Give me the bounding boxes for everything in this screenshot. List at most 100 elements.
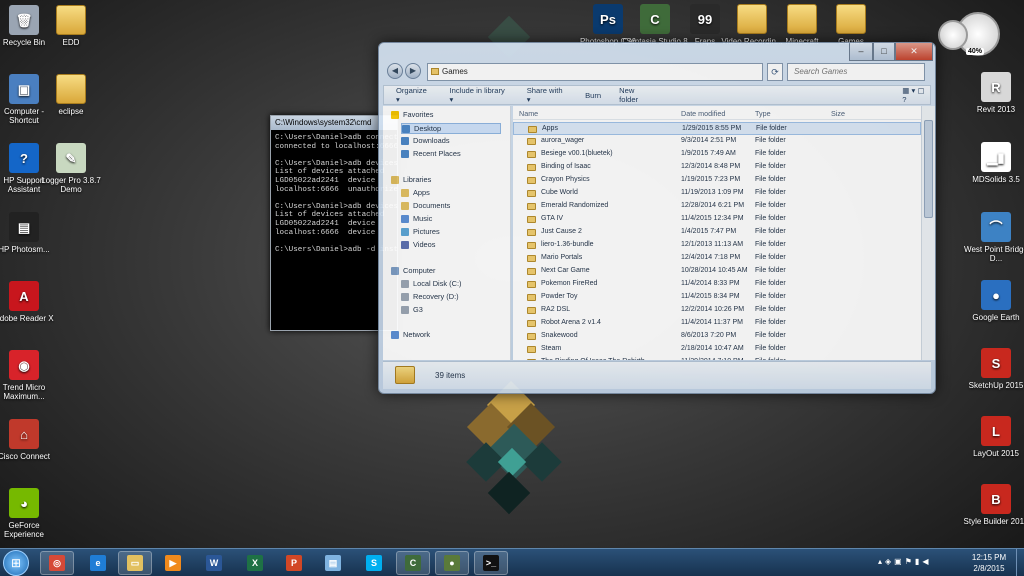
scroll-thumb[interactable] xyxy=(924,120,933,218)
ie-taskbar-button[interactable]: e xyxy=(81,551,115,575)
volume-icon[interactable]: ◀ xyxy=(922,557,931,566)
file-row[interactable]: Next Car Game 10/28/2014 10:45 AM File fol… xyxy=(513,265,921,278)
explorer-taskbar-button[interactable]: ▭ xyxy=(118,551,152,575)
clock[interactable]: 12:15 PM 2/8/2015 xyxy=(966,552,1012,574)
sketchup-shortcut[interactable]: S SketchUp 2015 xyxy=(963,348,1024,390)
excel-taskbar-button[interactable]: X xyxy=(238,551,272,575)
toolbar-button-3[interactable]: Burn xyxy=(585,91,601,100)
show-hidden-icons-icon[interactable]: ▴ xyxy=(878,557,885,566)
maximize-button[interactable]: □ xyxy=(873,43,895,61)
west-point-bridge-shortcut[interactable]: ⌒ West Point Bridge D... xyxy=(963,212,1024,263)
nav-g3-icon xyxy=(401,305,409,314)
nav-g3[interactable]: G3 xyxy=(401,305,423,314)
nav-desktop-icon xyxy=(402,124,410,133)
logger-pro-shortcut[interactable]: ✎ Logger Pro 3.8.7 Demo xyxy=(38,143,104,194)
file-row[interactable]: The Binding Of Isaac The Rebirth 11/29/20… xyxy=(513,356,921,360)
trend-micro-shortcut[interactable]: ◉ Trend Micro Maximum... xyxy=(0,350,57,401)
minimize-button[interactable]: – xyxy=(849,43,873,61)
nav-videos[interactable]: Videos xyxy=(401,240,435,249)
nav-local-disk[interactable]: Local Disk (C:) xyxy=(401,279,461,288)
file-row[interactable]: Besiege v00.1(bluetek) 1/9/2015 7:49 AM Fi… xyxy=(513,148,921,161)
tray-app-icon[interactable]: ◈ xyxy=(885,557,894,566)
refresh-button[interactable]: ⟳ xyxy=(767,63,783,81)
cpu-meter-gadget[interactable]: 40% xyxy=(938,8,1002,64)
nav-desktop[interactable]: Desktop xyxy=(401,123,501,134)
style-builder-shortcut[interactable]: B Style Builder 2015 xyxy=(963,484,1024,526)
vertical-scrollbar[interactable] xyxy=(921,106,935,360)
toolbar-button-2[interactable]: Share with ▾ xyxy=(527,86,567,104)
file-row[interactable]: Emerald Randomized 12/28/2014 6:21 PM File… xyxy=(513,200,921,213)
close-button[interactable]: ✕ xyxy=(895,43,933,61)
view-options-icon[interactable]: ▦ ▾ ▢ ? xyxy=(902,86,930,104)
nav-recent-places[interactable]: Recent Places xyxy=(401,149,461,158)
nav-recovery[interactable]: Recovery (D:) xyxy=(401,292,459,301)
hp-photosmart-shortcut[interactable]: ▤ HP Photosm... xyxy=(0,212,57,254)
file-row[interactable]: liero-1.36-bundle 12/1/2013 11:13 AM File … xyxy=(513,239,921,252)
toolbar-button-1[interactable]: Include in library ▾ xyxy=(450,86,509,104)
nav-documents[interactable]: Documents xyxy=(401,201,450,210)
file-row[interactable]: Mario Portals 12/4/2014 7:18 PM File folde… xyxy=(513,252,921,265)
adobe-reader-shortcut[interactable]: A Adobe Reader X xyxy=(0,281,57,323)
file-row[interactable]: Steam 2/18/2014 10:47 AM File folder xyxy=(513,343,921,356)
layout-shortcut[interactable]: L LayOut 2015 xyxy=(963,416,1024,458)
file-row[interactable]: Powder Toy 11/4/2015 8:34 PM File folder xyxy=(513,291,921,304)
column-size[interactable]: Size xyxy=(831,109,845,118)
folder-icon xyxy=(527,242,536,249)
edd-folder-shortcut[interactable]: EDD xyxy=(38,5,104,47)
flag-icon[interactable]: ⚑ xyxy=(905,557,915,566)
file-list[interactable]: Name Date modified Type Size Apps 1/29/20… xyxy=(513,106,921,360)
toolbar-button-4[interactable]: New folder xyxy=(619,86,654,104)
nav-network[interactable]: Network xyxy=(391,330,430,339)
file-row[interactable]: aurora_wager 9/3/2014 2:51 PM File folder xyxy=(513,135,921,148)
column-date[interactable]: Date modified xyxy=(681,109,725,118)
file-row[interactable]: Pokemon FireRed 11/4/2014 8:33 PM File fol… xyxy=(513,278,921,291)
back-button[interactable]: ◀ xyxy=(387,63,403,79)
nav-favorites[interactable]: Favorites xyxy=(391,110,433,119)
powerpoint-taskbar-button[interactable]: P xyxy=(277,551,311,575)
geforce-experience-shortcut[interactable]: ◕ GeForce Experience xyxy=(0,488,57,539)
file-row[interactable]: Just Cause 2 1/4/2015 7:47 PM File folder xyxy=(513,226,921,239)
camtasia-taskbar-button[interactable]: C xyxy=(396,551,430,575)
camtasia-recorder-taskbar-button[interactable]: ● xyxy=(435,551,469,575)
show-desktop-button[interactable] xyxy=(1016,549,1024,576)
word-taskbar-button[interactable]: W xyxy=(197,551,231,575)
windows-logo-icon: ⊞ xyxy=(10,556,22,570)
address-bar[interactable]: Games xyxy=(427,63,763,81)
file-row[interactable]: RA2 DSL 12/2/2014 10:26 PM File folder xyxy=(513,304,921,317)
google-earth-shortcut[interactable]: ● Google Earth xyxy=(963,280,1024,322)
nav-libraries[interactable]: Libraries xyxy=(391,175,431,184)
nav-downloads[interactable]: Downloads xyxy=(401,136,450,145)
nav-music[interactable]: Music xyxy=(401,214,432,223)
column-name[interactable]: Name xyxy=(519,109,538,118)
desktop-icon-label: GeForce Experience xyxy=(3,521,45,539)
tray-app-icon-2[interactable]: ▣ xyxy=(894,557,905,566)
media-player-taskbar-button[interactable]: ▶ xyxy=(156,551,190,575)
file-row[interactable]: Crayon Physics 1/19/2015 7:23 PM File fold… xyxy=(513,174,921,187)
skype-taskbar-button[interactable]: S xyxy=(357,551,391,575)
file-row[interactable]: Snakewood 8/6/2013 7:20 PM File folder xyxy=(513,330,921,343)
cisco-connect-shortcut[interactable]: ⌂ Cisco Connect xyxy=(0,419,57,461)
file-row[interactable]: Binding of Isaac 12/3/2014 8:48 PM File fo… xyxy=(513,161,921,174)
search-input[interactable]: Search Games xyxy=(787,63,925,81)
revit-shortcut[interactable]: R Revit 2013 xyxy=(963,72,1024,114)
file-row[interactable]: Apps 1/29/2015 8:55 PM File folder xyxy=(513,122,921,135)
nav-pictures[interactable]: Pictures xyxy=(401,227,440,236)
start-button[interactable]: ⊞ xyxy=(3,550,29,576)
navigation-pane[interactable]: Favorites Desktop Downloads Recent Places Li… xyxy=(383,106,511,360)
notepad-taskbar-button[interactable]: ▤ xyxy=(316,551,350,575)
cmd-taskbar-button[interactable]: >_ xyxy=(474,551,508,575)
toolbar-button-0[interactable]: Organize ▾ xyxy=(396,86,432,104)
chrome-taskbar-button[interactable]: ◎ xyxy=(40,551,74,575)
file-row[interactable]: Robot Arena 2 v1.4 11/4/2014 11:37 PM File… xyxy=(513,317,921,330)
mdsolids-shortcut[interactable]: ▁▮ MDSolids 3.5 xyxy=(963,142,1024,184)
eclipse-folder-shortcut[interactable]: eclipse xyxy=(38,74,104,116)
desktop-icon-label: MDSolids 3.5 xyxy=(972,175,1020,184)
forward-button[interactable]: ▶ xyxy=(405,63,421,79)
file-row[interactable]: Cube World 11/19/2013 1:09 PM File folder xyxy=(513,187,921,200)
games-folder-shortcut[interactable]: Games xyxy=(818,4,884,46)
nav-computer[interactable]: Computer xyxy=(391,266,435,275)
column-type[interactable]: Type xyxy=(755,109,771,118)
explorer-window[interactable]: – □ ✕ ◀ ▶ Games ⟳ Search Games Organize … xyxy=(378,42,936,394)
nav-apps[interactable]: Apps xyxy=(401,188,430,197)
file-row[interactable]: GTA IV 11/4/2015 12:34 PM File folder xyxy=(513,213,921,226)
